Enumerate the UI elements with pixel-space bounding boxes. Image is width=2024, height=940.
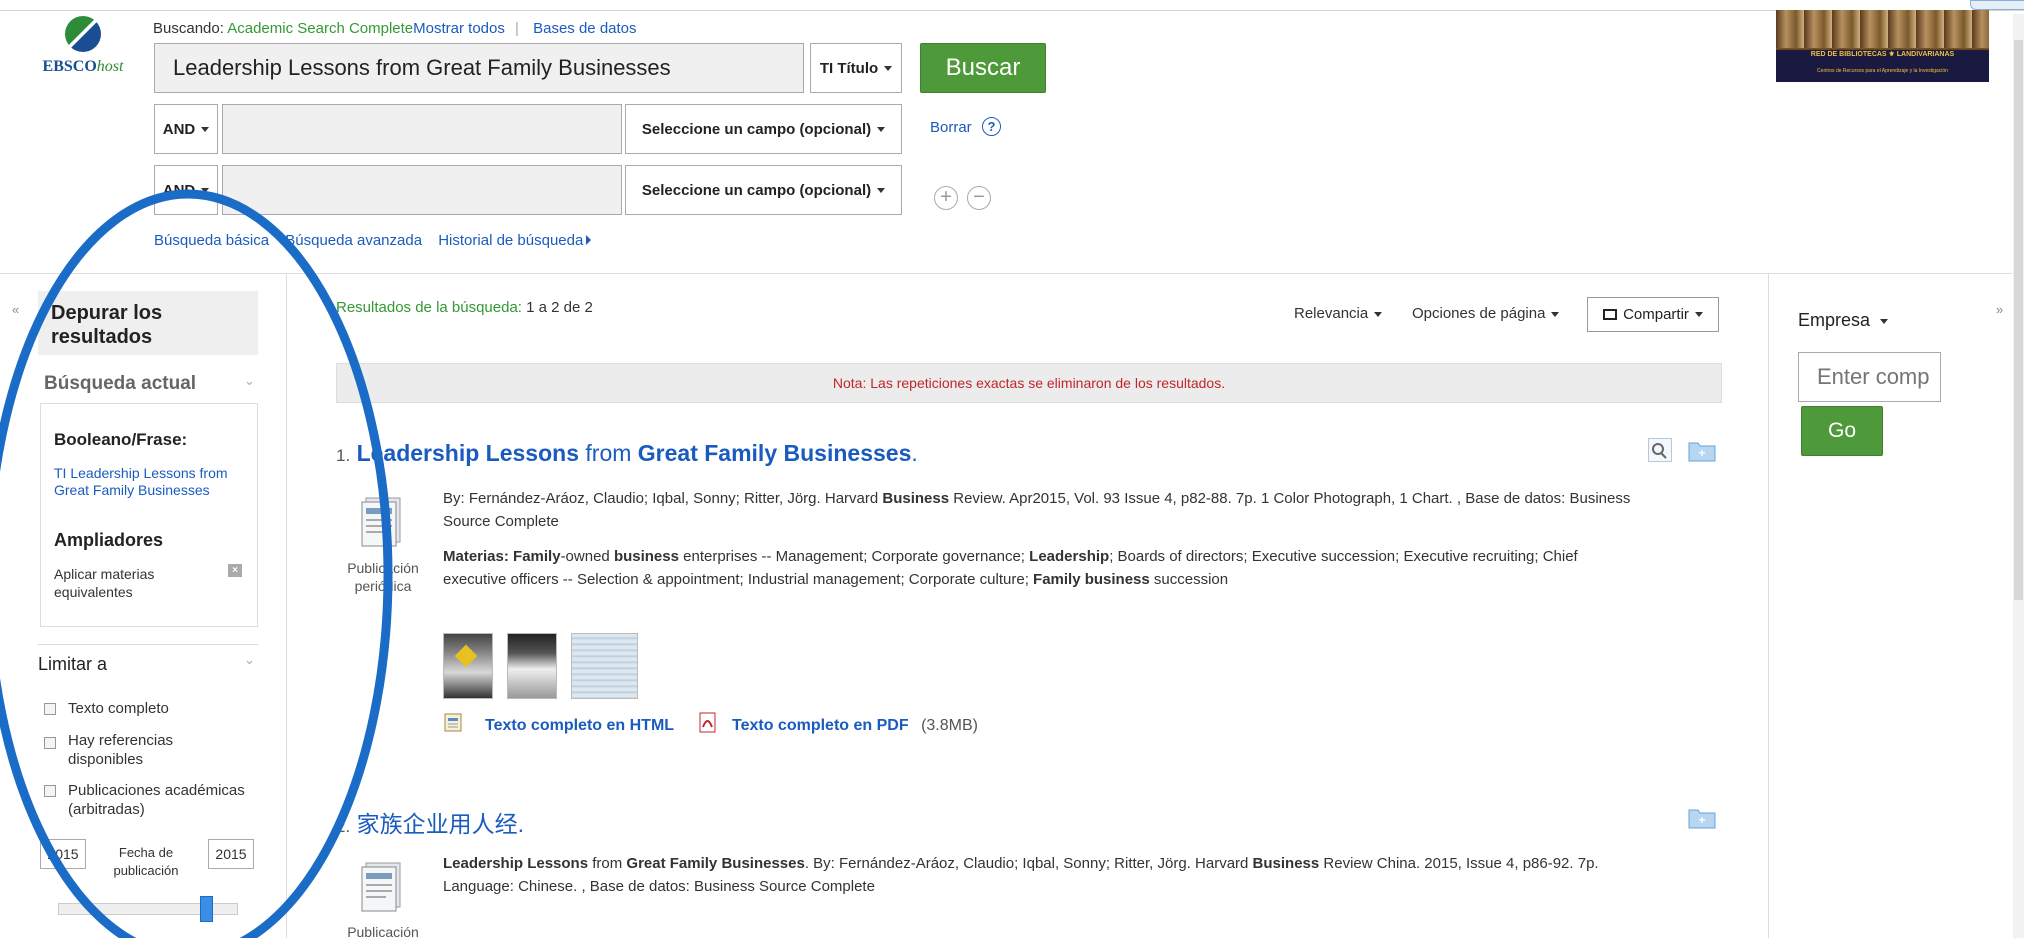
search-input-3[interactable]	[222, 165, 622, 215]
ebsco-logo[interactable]: EBSCOhost	[28, 16, 138, 86]
date-label: Fecha de publicación	[113, 845, 179, 878]
go-button[interactable]: Go	[1801, 406, 1883, 456]
scrollbar-thumb[interactable]	[2014, 40, 2023, 600]
chevron-down-icon	[1694, 312, 1703, 317]
result-1-meta: By: Fernández-Aráoz, Claudio; Iqbal, Son…	[443, 490, 1631, 530]
search-input-2[interactable]	[222, 104, 622, 154]
expanders-label: Ampliadores	[54, 530, 164, 550]
chevron-down-icon	[1374, 311, 1383, 317]
banner-photo	[1776, 10, 1989, 48]
duplicate-note: Nota: Las repeticiones exactas se elimin…	[336, 363, 1722, 403]
library-banner[interactable]: RED DE BIBLIOTECAS ⚜ LANDIVARIANAS Centr…	[1776, 10, 1989, 82]
field-select-3[interactable]: Seleccione un campo (opcional)	[625, 165, 902, 215]
chevron-down-icon[interactable]: ⌄	[244, 373, 255, 389]
checkbox-peer-reviewed[interactable]	[44, 785, 56, 797]
add-to-folder-icon[interactable]: +	[1688, 438, 1716, 462]
checkbox-full-text[interactable]	[44, 703, 56, 715]
field-select-1[interactable]: TI Título	[810, 43, 902, 93]
chevron-down-icon	[201, 126, 210, 132]
refine-panel-title: Depurar los resultados	[38, 291, 258, 355]
image-thumbnail-2[interactable]	[507, 633, 557, 699]
search-input[interactable]: Leadership Lessons from Great Family Bus…	[154, 43, 804, 93]
chevron-down-icon	[877, 126, 886, 132]
html-fulltext-link[interactable]: Texto completo en HTML	[485, 717, 674, 735]
checkbox-references[interactable]	[44, 737, 56, 749]
chevron-down-icon	[1880, 318, 1889, 324]
result-1-title[interactable]: 1. Leadership Lessons from Great Family …	[336, 440, 918, 467]
publication-type-label: Publicación periódica	[347, 560, 419, 594]
field-select-2[interactable]: Seleccione un campo (opcional)	[625, 104, 902, 154]
arrow-right-icon	[586, 235, 592, 245]
search-history-link[interactable]: Historial de búsqueda	[438, 232, 583, 249]
limit-label: Publicaciones académicas (arbitradas)	[68, 782, 245, 818]
help-icon[interactable]: ?	[982, 117, 1001, 136]
share-icon	[1603, 309, 1618, 320]
date-slider-handle[interactable]	[199, 896, 213, 922]
search-links: Búsqueda básica Búsqueda avanzada Histor…	[154, 232, 592, 249]
collapse-left-icon[interactable]: «	[12, 302, 19, 317]
bool-select-3[interactable]: AND	[154, 165, 218, 215]
header-divider	[0, 273, 2012, 274]
chart-thumbnail[interactable]	[571, 633, 638, 699]
show-all-link[interactable]: Mostrar todos	[413, 20, 505, 37]
boolean-value[interactable]: TI Leadership Lessons from Great Family …	[54, 465, 234, 499]
chevron-down-icon	[877, 187, 886, 193]
pdf-icon[interactable]	[697, 711, 719, 733]
limit-label: Hay referencias disponibles	[68, 732, 174, 768]
result-2-meta: Leadership Lessons from Great Family Bus…	[443, 855, 1599, 895]
remove-expander-icon[interactable]: ×	[228, 564, 242, 577]
share-button[interactable]: Compartir	[1587, 297, 1719, 332]
chevron-down-icon	[201, 187, 210, 193]
chevron-down-icon	[884, 65, 893, 71]
clear-link[interactable]: Borrar	[930, 119, 972, 136]
ebsco-globe-icon	[65, 16, 101, 52]
searching-line: Buscando: Academic Search CompleteMostra…	[153, 20, 637, 37]
company-input[interactable]	[1798, 352, 1941, 402]
company-dropdown[interactable]: Empresa	[1798, 310, 1889, 331]
svg-text:+: +	[1698, 446, 1705, 460]
date-from-input[interactable]: 2015	[40, 839, 86, 869]
result-1-subjects: Materias: Family-owned business enterpri…	[443, 548, 1578, 588]
limit-to-header[interactable]: Limitar a	[38, 654, 107, 675]
basic-search-link[interactable]: Búsqueda básica	[154, 232, 269, 249]
collapse-right-icon[interactable]: »	[1996, 302, 2003, 317]
chevron-down-icon	[1551, 311, 1560, 317]
sidebar-divider	[38, 644, 258, 645]
apply-subjects-label: Aplicar materias equivalentes	[54, 566, 155, 600]
search-button[interactable]: Buscar	[920, 43, 1046, 93]
remove-row-icon[interactable]: −	[967, 186, 991, 210]
left-divider	[286, 274, 287, 938]
periodical-icon	[356, 857, 408, 917]
results-header: Resultados de la búsqueda: 1 a 2 de 2	[336, 299, 593, 316]
right-divider	[1768, 274, 1769, 938]
bool-select-2[interactable]: AND	[154, 104, 218, 154]
page-options-dropdown[interactable]: Opciones de página	[1412, 305, 1560, 322]
pdf-fulltext-link[interactable]: Texto completo en PDF (3.8MB)	[732, 717, 978, 735]
chevron-down-icon[interactable]: ⌄	[244, 652, 255, 668]
html-fulltext-icon[interactable]	[443, 711, 465, 733]
result-2-title[interactable]: 2. 家族企业用人经.	[336, 805, 524, 839]
periodical-icon	[356, 492, 408, 552]
corner-tab[interactable]	[1970, 0, 2024, 10]
sort-dropdown[interactable]: Relevancia	[1294, 305, 1383, 322]
company-input-field[interactable]	[1799, 353, 1940, 401]
boolean-label: Booleano/Frase:	[54, 430, 188, 449]
databases-link[interactable]: Bases de datos	[533, 20, 636, 37]
add-row-icon[interactable]: +	[934, 186, 958, 210]
svg-text:+: +	[1698, 813, 1705, 827]
database-name: Academic Search Complete	[227, 20, 414, 37]
current-search-header[interactable]: Búsqueda actual	[44, 373, 196, 395]
preview-icon[interactable]	[1648, 438, 1672, 462]
image-thumbnail-1[interactable]	[443, 633, 493, 699]
limit-label: Texto completo	[68, 700, 169, 717]
add-to-folder-icon[interactable]: +	[1688, 805, 1716, 829]
date-to-input[interactable]: 2015	[208, 839, 254, 869]
advanced-search-link[interactable]: Búsqueda avanzada	[285, 232, 422, 249]
top-border	[0, 0, 2024, 11]
